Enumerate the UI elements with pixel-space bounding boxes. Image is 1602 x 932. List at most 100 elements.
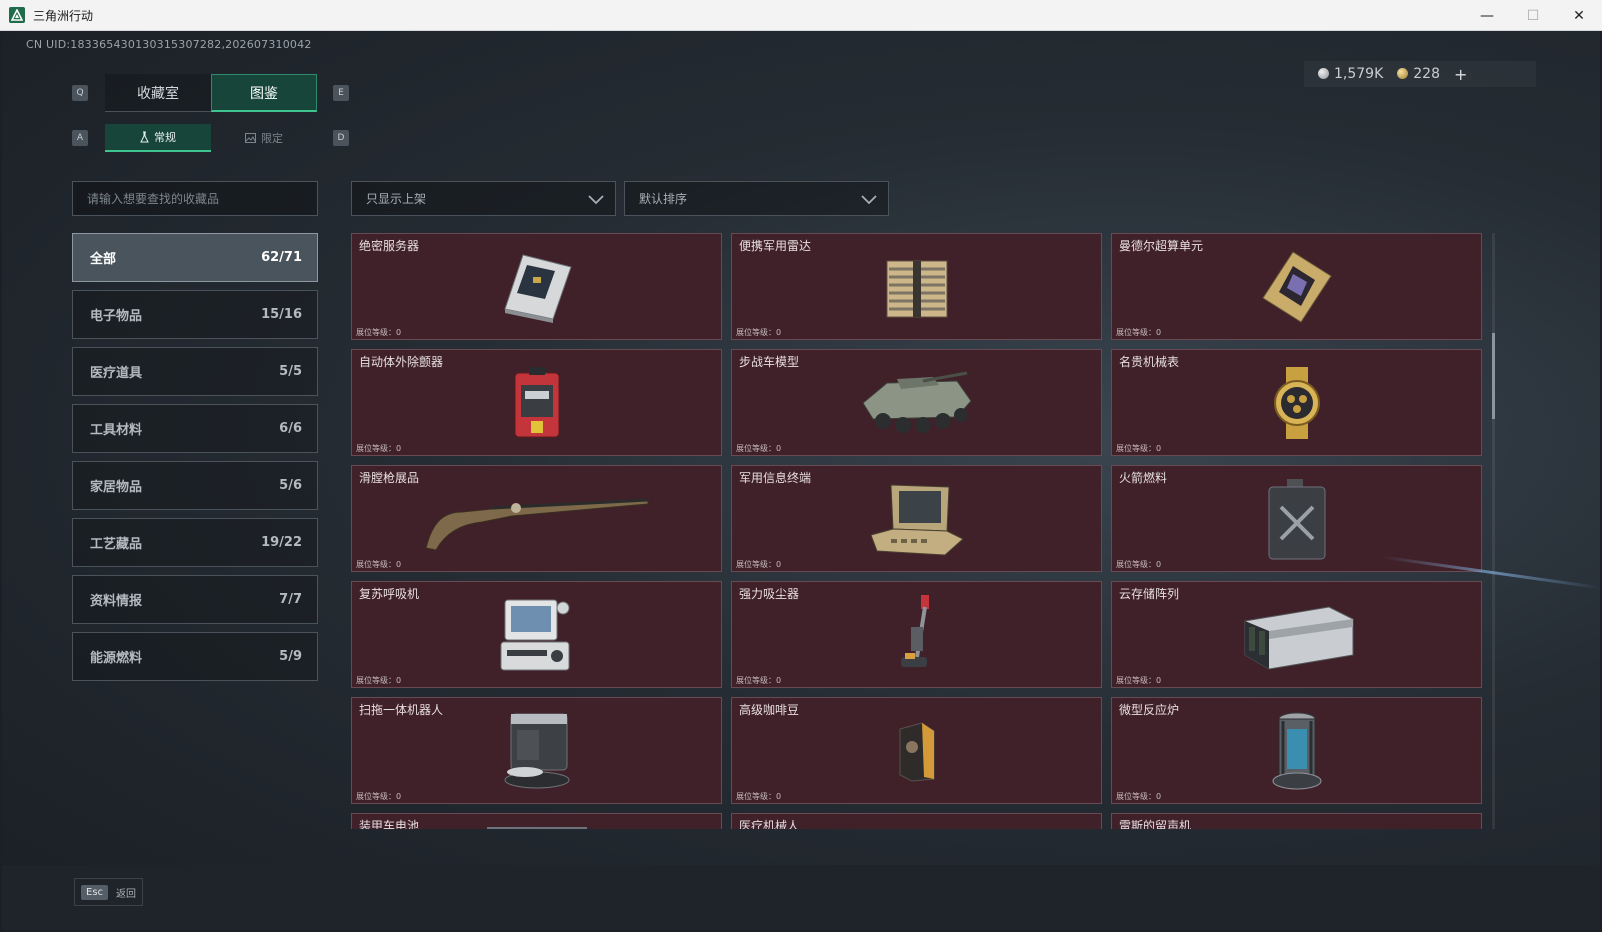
item-grid: 绝密服务器 展位等级：0 便携军用雷达 展位等级：0 曼德尔超算单元 展位等级：… [351, 233, 1487, 829]
category-all[interactable]: 全部 62/71 [72, 233, 318, 282]
maximize-button[interactable]: ☐ [1510, 0, 1556, 31]
musket-icon [424, 498, 648, 551]
item-level: 展位等级：0 [1116, 328, 1162, 337]
item-level: 展位等级：0 [1116, 444, 1162, 453]
item-level: 展位等级：0 [736, 328, 782, 337]
item-card[interactable]: 名贵机械表 展位等级：0 [1111, 349, 1482, 456]
item-card[interactable]: 火箭燃料 展位等级：0 [1111, 465, 1482, 572]
item-level: 展位等级：0 [356, 792, 402, 801]
category-intel[interactable]: 资料情报 7/7 [72, 575, 318, 624]
item-name: 复苏呼吸机 [359, 587, 420, 601]
defibrillator-icon [514, 366, 559, 437]
category-medical[interactable]: 医疗道具 5/5 [72, 347, 318, 396]
next-tab-key-hint: E [333, 85, 349, 101]
item-level: 展位等级：0 [356, 560, 402, 569]
item-card[interactable]: 便携军用雷达 展位等级：0 [731, 233, 1102, 340]
shelf-filter-label: 只显示上架 [366, 192, 427, 206]
terminal-icon [869, 483, 964, 556]
subtab-limited[interactable]: 限定 [211, 124, 317, 152]
back-button[interactable]: Esc 返回 [74, 878, 144, 906]
footer-bar: Esc 返回 [2, 865, 1600, 930]
item-level: 展位等级：0 [736, 792, 782, 801]
item-card[interactable]: 装甲车电池 [351, 813, 722, 829]
fuel-can-icon [1268, 478, 1325, 559]
item-card[interactable]: 云存储阵列 展位等级：0 [1111, 581, 1482, 688]
storage-array-icon [1244, 605, 1353, 670]
next-subtab-key-hint: D [333, 130, 349, 146]
add-currency-button[interactable]: + [1454, 65, 1467, 84]
tab-collection-room[interactable]: 收藏室 [105, 74, 211, 112]
prev-subtab-key-hint: A [72, 130, 88, 146]
item-grid-viewport: 绝密服务器 展位等级：0 便携军用雷达 展位等级：0 曼德尔超算单元 展位等级：… [351, 233, 1487, 829]
item-card[interactable]: 雷斯的留声机 [1111, 813, 1482, 829]
collection-search-input[interactable] [72, 181, 318, 216]
category-crafts[interactable]: 工艺藏品 19/22 [72, 518, 318, 567]
vacuum-icon [900, 594, 929, 667]
item-name: 火箭燃料 [1119, 471, 1168, 485]
item-name: 名贵机械表 [1119, 355, 1180, 369]
sub-tabs: 常规 限定 [105, 124, 317, 152]
item-level: 展位等级：0 [736, 444, 782, 453]
coffee-bag-icon [899, 721, 934, 782]
window-titlebar: 三角洲行动 — ☐ ✕ [0, 0, 1602, 31]
server-icon [503, 253, 572, 323]
item-name: 医疗机械人 [739, 819, 800, 829]
silver-coin-icon [1318, 68, 1329, 79]
category-energy[interactable]: 能源燃料 5/9 [72, 632, 318, 681]
item-card[interactable]: 军用信息终端 展位等级：0 [731, 465, 1102, 572]
app-logo-icon [9, 7, 25, 23]
radar-icon [886, 260, 947, 317]
item-card[interactable]: 复苏呼吸机 展位等级：0 [351, 581, 722, 688]
item-name: 强力吸尘器 [739, 587, 800, 601]
item-card[interactable]: 步战车模型 展位等级：0 [731, 349, 1102, 456]
item-name: 军用信息终端 [739, 471, 812, 485]
reactor-icon [1272, 712, 1321, 789]
image-frame-icon [245, 133, 256, 143]
item-name: 便携军用雷达 [739, 239, 812, 253]
game-viewport: CN UID:18336543013031530728​2,2026073100… [2, 31, 1600, 930]
gramophone-icon [1287, 826, 1307, 829]
category-tools[interactable]: 工具材料 6/6 [72, 404, 318, 453]
category-household[interactable]: 家居物品 5/6 [72, 461, 318, 510]
category-electronics[interactable]: 电子物品 15/16 [72, 290, 318, 339]
sort-dropdown[interactable]: 默认排序 [624, 181, 889, 216]
item-card[interactable]: 滑膛枪展品 展位等级：0 [351, 465, 722, 572]
main-tabs: 收藏室 图鉴 [105, 74, 317, 112]
vehicle-icon [861, 371, 972, 433]
chevron-down-icon [861, 195, 877, 205]
item-card[interactable]: 自动体外除颤器 展位等级：0 [351, 349, 722, 456]
item-name: 微型反应炉 [1119, 703, 1180, 717]
close-button[interactable]: ✕ [1556, 0, 1602, 31]
item-level: 展位等级：0 [1116, 676, 1162, 685]
item-grid-scrollbar[interactable] [1492, 233, 1495, 829]
window-title: 三角洲行动 [33, 8, 94, 23]
item-level: 展位等级：0 [356, 328, 402, 337]
minimize-button[interactable]: — [1464, 0, 1510, 31]
gold-currency: 228 [1397, 66, 1440, 82]
gold-coin-icon [1397, 68, 1409, 79]
item-card[interactable]: 微型反应炉 展位等级：0 [1111, 697, 1482, 804]
shelf-filter-dropdown[interactable]: 只显示上架 [351, 181, 616, 216]
prev-tab-key-hint: Q [72, 85, 88, 101]
item-card[interactable]: 医疗机械人 [731, 813, 1102, 829]
item-level: 展位等级：0 [1116, 792, 1162, 801]
sort-label: 默认排序 [639, 192, 688, 206]
item-card[interactable]: 扫拖一体机器人 展位等级：0 [351, 697, 722, 804]
item-card[interactable]: 绝密服务器 展位等级：0 [351, 233, 722, 340]
item-name: 云存储阵列 [1119, 587, 1180, 601]
flask-icon [140, 131, 149, 143]
battery-icon [486, 827, 587, 829]
item-level: 展位等级：0 [736, 676, 782, 685]
chevron-down-icon [588, 195, 604, 205]
item-level: 展位等级：0 [356, 676, 402, 685]
subtab-regular[interactable]: 常规 [105, 124, 211, 152]
item-level: 展位等级：0 [736, 560, 782, 569]
item-name: 步战车模型 [739, 355, 800, 369]
item-name: 装甲车电池 [359, 819, 420, 829]
item-card[interactable]: 曼德尔超算单元 展位等级：0 [1111, 233, 1482, 340]
item-card[interactable]: 高级咖啡豆 展位等级：0 [731, 697, 1102, 804]
item-card[interactable]: 强力吸尘器 展位等级：0 [731, 581, 1102, 688]
tab-catalog[interactable]: 图鉴 [211, 74, 317, 112]
scrollbar-thumb[interactable] [1492, 333, 1495, 419]
esc-key-hint: Esc [81, 884, 109, 900]
